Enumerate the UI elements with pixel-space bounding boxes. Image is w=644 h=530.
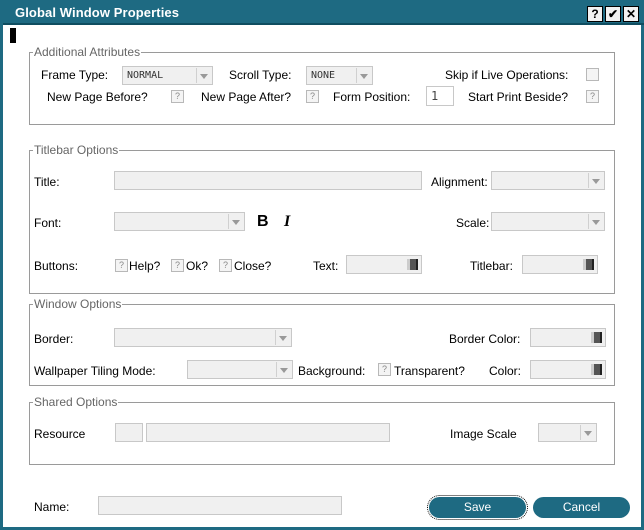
name-label: Name: — [34, 500, 70, 514]
start-print-beside-label: Start Print Beside? — [468, 90, 569, 104]
titlebar-options-legend: Titlebar Options — [34, 143, 119, 157]
border-color-picker[interactable] — [530, 328, 606, 347]
scroll-type-value: NONE — [311, 70, 336, 81]
italic-button[interactable]: I — [284, 213, 290, 231]
chevron-down-icon — [196, 68, 211, 83]
form-position-value: 1 — [431, 89, 439, 103]
scale-select[interactable] — [491, 212, 605, 231]
ok-checkbox[interactable]: ? — [171, 259, 184, 272]
new-page-after-checkbox[interactable]: ? — [306, 90, 319, 103]
resource-type-input[interactable] — [115, 423, 143, 442]
border-color-label: Border Color: — [449, 332, 521, 346]
buttons-label: Buttons: — [34, 259, 79, 273]
border-label: Border: — [34, 332, 74, 346]
cancel-button[interactable]: Cancel — [533, 497, 630, 518]
title-label: Title: — [34, 175, 60, 189]
start-print-beside-checkbox[interactable]: ? — [586, 90, 599, 103]
new-page-before-checkbox[interactable]: ? — [171, 90, 184, 103]
scroll-type-label: Scroll Type: — [229, 68, 292, 82]
close-checkbox[interactable]: ? — [219, 259, 232, 272]
form-position-label: Form Position: — [333, 90, 411, 104]
transparent-checkbox[interactable]: ? — [378, 363, 391, 376]
frame-type-select[interactable]: NORMAL — [122, 66, 213, 85]
text-color-picker[interactable] — [346, 255, 422, 274]
new-page-before-label: New Page Before? — [47, 90, 148, 104]
chevron-down-icon — [228, 214, 243, 229]
skip-live-checkbox[interactable] — [586, 68, 599, 81]
skip-live-label: Skip if Live Operations: — [445, 68, 569, 82]
help-checkbox[interactable]: ? — [115, 259, 128, 272]
bold-button[interactable]: B — [257, 213, 269, 231]
save-button[interactable]: Save — [427, 495, 528, 520]
confirm-button[interactable]: ✔ — [605, 6, 621, 22]
alignment-select[interactable] — [491, 171, 605, 190]
chevron-down-icon — [275, 330, 290, 345]
frame-type-value: NORMAL — [127, 70, 164, 81]
text-cursor — [10, 28, 16, 43]
ok-checkbox-label: Ok? — [186, 259, 209, 273]
color-label: Color: — [489, 364, 522, 378]
color-swatch-icon — [591, 332, 602, 343]
resource-label: Resource — [34, 427, 86, 441]
shared-options-legend: Shared Options — [34, 395, 118, 409]
close-button[interactable]: ✕ — [623, 6, 639, 22]
chevron-down-icon — [588, 214, 603, 229]
background-label: Background: — [298, 364, 366, 378]
help-checkbox-label: Help? — [129, 259, 161, 273]
new-page-after-label: New Page After? — [201, 90, 292, 104]
chevron-down-icon — [580, 425, 595, 440]
scroll-type-select[interactable]: NONE — [306, 66, 373, 85]
titlebar-color-label: Titlebar: — [470, 259, 513, 273]
image-scale-label: Image Scale — [450, 427, 517, 441]
additional-attributes-legend: Additional Attributes — [34, 45, 141, 59]
wallpaper-tiling-select[interactable] — [187, 360, 293, 379]
frame-type-label: Frame Type: — [41, 68, 109, 82]
alignment-label: Alignment: — [431, 175, 488, 189]
scale-label: Scale: — [456, 216, 490, 230]
chevron-down-icon — [356, 68, 371, 83]
color-swatch-icon — [407, 259, 418, 270]
chevron-down-icon — [588, 173, 603, 188]
help-button[interactable]: ? — [587, 6, 603, 22]
chevron-down-icon — [276, 362, 291, 377]
font-select[interactable] — [114, 212, 245, 231]
window-title: Global Window Properties — [15, 5, 180, 20]
resource-input[interactable] — [146, 423, 390, 442]
font-label: Font: — [34, 216, 62, 230]
name-input[interactable] — [98, 496, 342, 515]
titlebar-color-picker[interactable] — [522, 255, 598, 274]
additional-attributes-group: Additional Attributes — [29, 45, 615, 125]
window-options-legend: Window Options — [34, 297, 122, 311]
close-checkbox-label: Close? — [234, 259, 272, 273]
image-scale-select[interactable] — [538, 423, 597, 442]
title-bar: Global Window Properties ? ✔ ✕ — [3, 0, 644, 25]
color-swatch-icon — [583, 259, 594, 270]
form-position-input[interactable]: 1 — [426, 86, 454, 106]
wallpaper-tiling-label: Wallpaper Tiling Mode: — [34, 364, 156, 378]
transparent-label: Transparent? — [394, 364, 465, 378]
title-input[interactable] — [114, 171, 422, 190]
color-swatch-icon — [591, 364, 602, 375]
background-color-picker[interactable] — [530, 360, 606, 379]
border-select[interactable] — [114, 328, 292, 347]
text-color-label: Text: — [313, 259, 339, 273]
